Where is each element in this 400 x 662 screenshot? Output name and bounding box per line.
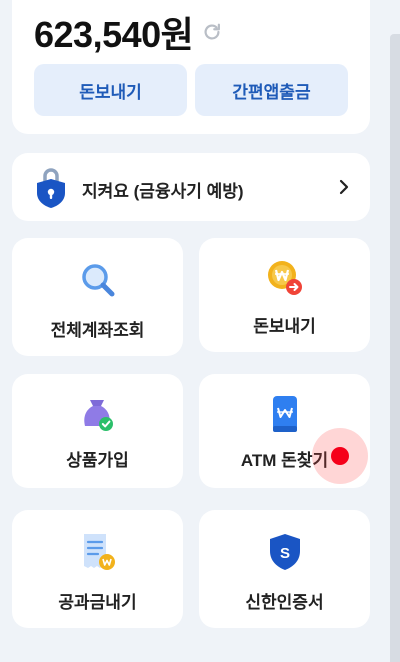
- easy-withdraw-button[interactable]: 간편앱출금: [195, 64, 348, 116]
- tile-product-signup[interactable]: 상품가입: [12, 374, 183, 488]
- refresh-icon[interactable]: [201, 21, 223, 43]
- tile-label: 전체계좌조회: [50, 321, 145, 340]
- fraud-prevention-banner[interactable]: 지켜요 (금융사기 예방): [12, 153, 370, 221]
- product-bag-icon: [78, 394, 118, 434]
- balance-amount: 623,540원: [34, 14, 194, 55]
- tile-label: 상품가입: [66, 451, 129, 470]
- balance-row: 623,540원: [34, 6, 223, 58]
- balance-card: 623,540원 돈보내기 간편앱출금: [12, 0, 370, 134]
- tile-label: 돈보내기: [253, 317, 316, 336]
- tile-all-accounts[interactable]: 전체계좌조회: [12, 238, 183, 356]
- shield-s-icon: S: [265, 532, 305, 572]
- side-scroll-edge: [390, 34, 400, 662]
- touch-indicator-dot: [331, 447, 349, 465]
- magnifier-icon: [78, 260, 118, 300]
- tile-utility-bills[interactable]: 공과금내기: [12, 510, 183, 628]
- atm-phone-icon: [265, 394, 305, 434]
- banner-label: 지켜요 (금융사기 예방): [82, 182, 244, 201]
- shield-lock-icon: [34, 166, 68, 208]
- send-money-button[interactable]: 돈보내기: [34, 64, 187, 116]
- coin-send-icon: [265, 258, 305, 298]
- tile-label: 공과금내기: [58, 593, 137, 612]
- screen: 623,540원 돈보내기 간편앱출금 지켜요 (금융사기 예방) 전체계좌조회…: [0, 0, 400, 662]
- svg-text:S: S: [279, 545, 289, 562]
- chevron-right-icon: [338, 178, 350, 196]
- bill-receipt-icon: [78, 532, 118, 572]
- tile-shinhan-certificate[interactable]: S 신한인증서: [199, 510, 370, 628]
- tile-label: 신한인증서: [245, 593, 324, 612]
- tile-send-money[interactable]: 돈보내기: [199, 238, 370, 352]
